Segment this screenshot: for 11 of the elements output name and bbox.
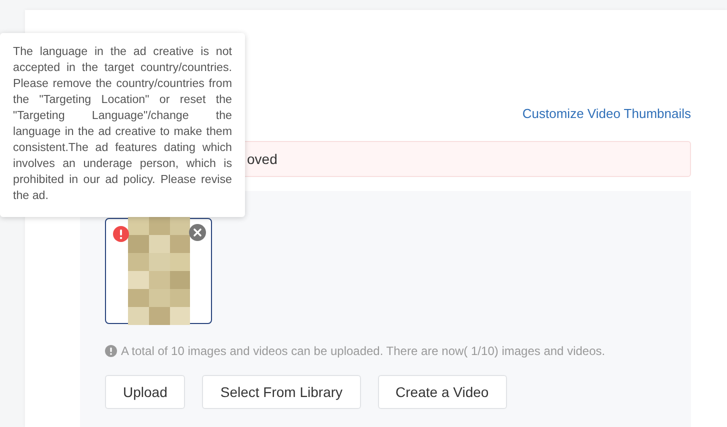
upload-hint: A total of 10 images and videos can be uploaded. There are now( 1/10) images and videos. [121, 344, 606, 358]
media-thumbnail[interactable] [105, 218, 212, 324]
action-button[interactable]: Select From Library [202, 375, 361, 409]
tooltip-text: The language in the ad creative is not accepted in the target country/countries. Please remove the country/countries from the "Targeting Location" or reset the "Targeting Language"/change the language in the ad creative to make them consistent.The ad features dating which involves an underage person, which is prohibited in our ad policy. Please revise the ad. [13, 44, 232, 204]
close-icon[interactable] [189, 224, 206, 241]
info-icon [105, 345, 117, 357]
action-button[interactable]: Create a Video [378, 375, 507, 409]
customize-thumbnails-link[interactable]: Customize Video Thumbnails [522, 106, 691, 121]
action-button[interactable]: Upload [105, 375, 186, 409]
alert-text: oved [247, 151, 278, 167]
error-icon [113, 226, 129, 242]
